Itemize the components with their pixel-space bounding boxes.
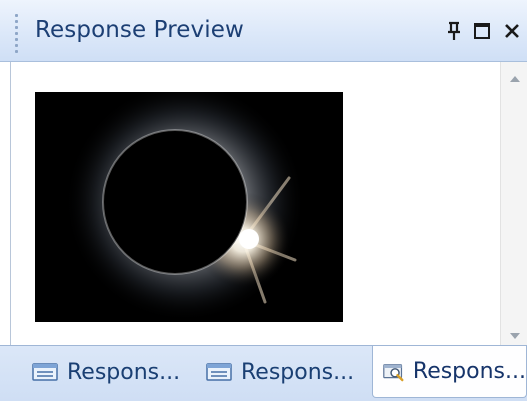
close-icon	[505, 24, 519, 38]
maximize-button[interactable]	[472, 20, 492, 42]
pin-icon	[448, 21, 460, 40]
scroll-down-icon[interactable]	[509, 331, 521, 341]
tab-label: Respons...	[412, 359, 526, 384]
tab-response-preview[interactable]: Respons...	[372, 346, 527, 398]
document-icon	[32, 363, 58, 381]
maximize-icon	[474, 23, 490, 39]
document-icon	[206, 363, 232, 381]
tab-response-1[interactable]: Respons...	[32, 346, 180, 398]
vertical-scrollbar[interactable]	[500, 62, 527, 345]
window-title: Response Preview	[35, 17, 244, 43]
scroll-up-icon[interactable]	[509, 74, 521, 84]
pin-button[interactable]	[444, 20, 464, 42]
title-bar[interactable]: Response Preview	[0, 0, 527, 62]
tab-label: Respons...	[67, 359, 181, 385]
close-button[interactable]	[502, 20, 522, 42]
document-tab-strip: Respons... Respons... Respons...	[0, 345, 527, 401]
search-preview-icon	[383, 363, 404, 381]
eclipse-image	[35, 92, 343, 322]
drag-grip[interactable]	[13, 14, 19, 54]
tab-response-2[interactable]: Respons...	[206, 346, 354, 398]
response-preview-window: Response Preview Respons... Respons... R…	[0, 0, 527, 401]
tab-label: Respons...	[241, 359, 355, 385]
